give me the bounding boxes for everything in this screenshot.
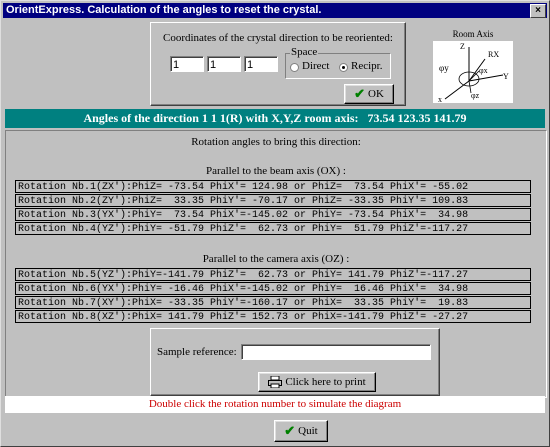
window-title: OrientExpress. Calculation of the angles… xyxy=(6,4,322,16)
sample-panel: Sample reference: Click here to print xyxy=(150,328,440,396)
rotation-row-3[interactable]: Rotation Nb.3(YX'):PhiY= 73.54 PhiX'=-14… xyxy=(15,208,531,221)
beam-axis-title: Parallel to the beam axis (OX) : xyxy=(206,165,346,177)
axis-y-label: Y xyxy=(503,72,509,81)
room-axis-title: Room Axis xyxy=(452,29,494,39)
coord-h-input[interactable]: 1 xyxy=(170,56,204,72)
direct-radio[interactable] xyxy=(290,63,299,72)
coord-l-input[interactable]: 1 xyxy=(244,56,278,72)
angles-values: 73.54 123.35 141.79 xyxy=(367,111,467,125)
print-label: Click here to print xyxy=(285,376,366,388)
coordinates-panel: Coordinates of the crystal direction to … xyxy=(150,22,406,106)
phi-z-label: φz xyxy=(471,91,480,100)
hint-bar: Double click the rotation number to simu… xyxy=(5,396,545,413)
ok-button[interactable]: ✔ OK xyxy=(344,84,394,104)
close-button[interactable]: × xyxy=(530,4,546,18)
room-axis-diagram: Z RX φy φx φz x Y xyxy=(433,41,513,104)
phi-y-label: φy xyxy=(439,63,449,73)
print-button[interactable]: Click here to print xyxy=(258,372,376,392)
camera-axis-title: Parallel to the camera axis (OZ) : xyxy=(202,253,350,265)
rotation-row-8[interactable]: Rotation Nb.8(XZ'):PhiX= 141.79 PhiZ'= 1… xyxy=(15,310,531,323)
axis-x-label: x xyxy=(438,95,442,103)
sample-reference-input[interactable] xyxy=(241,344,431,360)
space-groupbox: Space Direct Recipr. xyxy=(285,46,391,79)
check-icon: ✔ xyxy=(284,423,296,438)
quit-button[interactable]: ✔ Quit xyxy=(274,420,328,442)
axis-z-label: Z xyxy=(460,42,465,51)
title-bar[interactable]: OrientExpress. Calculation of the angles… xyxy=(3,3,547,18)
rotation-row-7[interactable]: Rotation Nb.7(XY'):PhiX= -33.35 PhiY'=-1… xyxy=(15,296,531,309)
coord-k-input[interactable]: 1 xyxy=(207,56,241,72)
quit-label: Quit xyxy=(298,425,318,437)
check-icon: ✔ xyxy=(354,86,365,101)
rotation-row-2[interactable]: Rotation Nb.2(ZY'):PhiZ= 33.35 PhiY'= -7… xyxy=(15,194,531,207)
phi-x-label: φx xyxy=(479,66,488,75)
rotation-row-5[interactable]: Rotation Nb.5(YZ'):PhiY=-141.79 PhiZ'= 6… xyxy=(15,268,531,281)
angles-header: Angles of the direction 1 1 1(R) with X,… xyxy=(5,109,545,128)
printer-icon xyxy=(268,376,283,388)
space-legend: Space xyxy=(290,46,319,58)
ok-label: OK xyxy=(368,88,384,100)
direct-radio-label[interactable]: Direct xyxy=(302,60,329,72)
axes-icon: Z RX φy φx φz x Y xyxy=(438,42,509,104)
rotation-row-1[interactable]: Rotation Nb.1(ZX'):PhiZ= -73.54 PhiX'= 1… xyxy=(15,180,531,193)
rotation-row-6[interactable]: Rotation Nb.6(YX'):PhiY= -16.46 PhiX'=-1… xyxy=(15,282,531,295)
rotation-header: Rotation angles to bring this direction: xyxy=(191,136,361,148)
angles-header-text: Angles of the direction 1 1 1(R) with X,… xyxy=(83,111,359,125)
axis-rx-label: RX xyxy=(488,50,499,59)
sample-reference-label: Sample reference: xyxy=(157,346,237,358)
coordinates-label: Coordinates of the crystal direction to … xyxy=(162,32,393,44)
recipr-radio[interactable] xyxy=(339,63,348,72)
main-window: OrientExpress. Calculation of the angles… xyxy=(0,0,550,447)
hint-text: Double click the rotation number to simu… xyxy=(148,398,402,410)
room-axis-panel: Room Axis Z RX φy φx φz x Y xyxy=(433,29,513,104)
rotation-row-4[interactable]: Rotation Nb.4(YZ'):PhiY= -51.79 PhiZ'= 6… xyxy=(15,222,531,235)
recipr-radio-label[interactable]: Recipr. xyxy=(351,60,382,72)
